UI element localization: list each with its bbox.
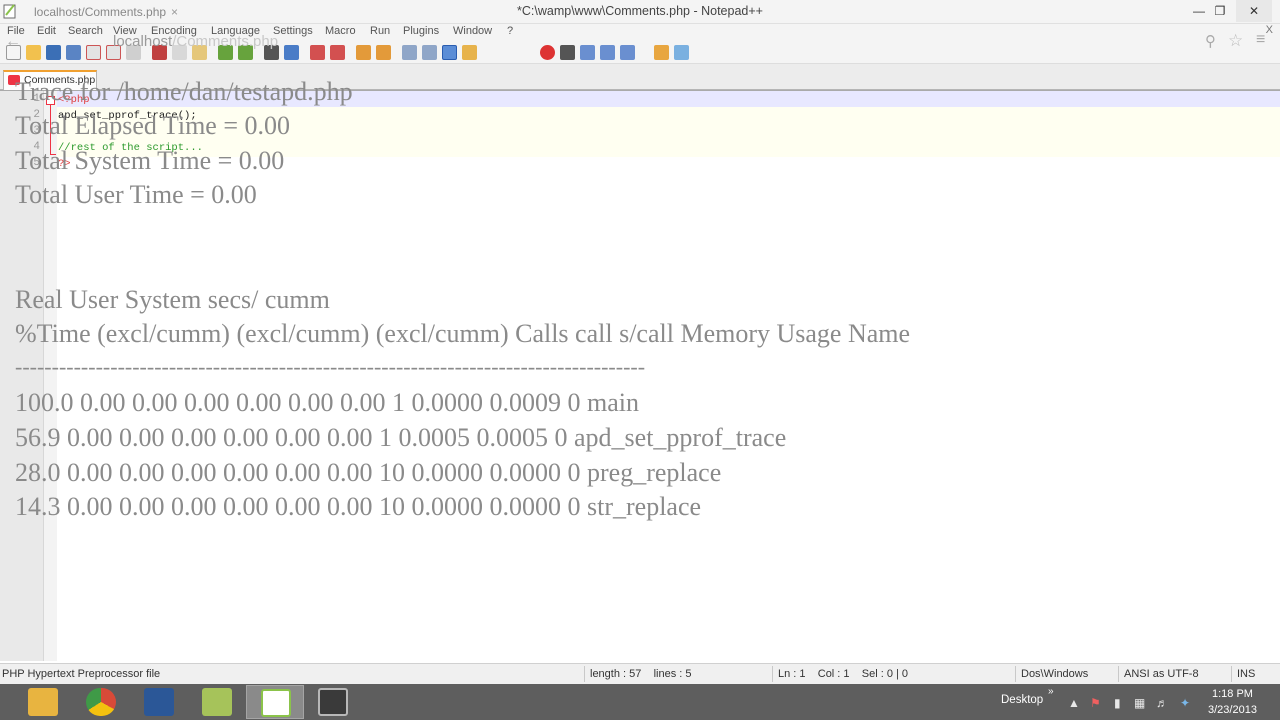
save-all-icon[interactable] <box>66 45 81 60</box>
replace-icon[interactable] <box>284 45 299 60</box>
restore-button[interactable]: ❐ <box>1207 0 1233 22</box>
search-icon[interactable]: ⚲ <box>1205 32 1216 50</box>
trace-user: Total User Time = 0.00 <box>15 180 257 209</box>
battery-icon[interactable]: ▮ <box>1114 696 1121 710</box>
back-arrow-icon[interactable]: ← <box>5 33 21 51</box>
record-macro-icon[interactable] <box>540 45 555 60</box>
menu-plugins[interactable]: Plugins <box>403 25 439 37</box>
ghost-url-path: /Comments.php <box>172 33 279 50</box>
status-separator <box>1118 666 1119 682</box>
plugin-icon[interactable] <box>654 45 669 60</box>
taskbar-camtasia[interactable] <box>304 685 362 719</box>
editor-area[interactable]: 1 2 3 4 5 <?php apd_set_pprof_trace(); /… <box>0 77 1280 661</box>
play-macro-icon[interactable] <box>580 45 595 60</box>
trace-title: Trace for /home/dan/testapd.php <box>15 77 353 106</box>
menu-run[interactable]: Run <box>370 25 390 37</box>
save-icon[interactable] <box>46 45 61 60</box>
trace-row: 100.0 0.00 0.00 0.00 0.00 0.00 0.00 1 0.… <box>15 388 639 417</box>
taskbar-notepadpp[interactable] <box>246 685 304 719</box>
menu-window[interactable]: Window <box>453 25 492 37</box>
status-file-type: PHP Hypertext Preprocessor file <box>2 668 161 680</box>
show-all-characters-icon[interactable] <box>422 45 437 60</box>
clock-time[interactable]: 1:18 PM <box>1212 688 1253 700</box>
screen: localhost/Comments.php × *C:\wamp\www\Co… <box>0 0 1280 720</box>
network-icon[interactable]: ▦ <box>1134 696 1145 710</box>
status-separator <box>1015 666 1016 682</box>
trace-header: %Time (excl/cumm) (excl/cumm) (excl/cumm… <box>15 319 911 348</box>
status-separator <box>772 666 773 682</box>
taskbar-file-explorer[interactable] <box>14 685 72 719</box>
close-button[interactable]: ✕ <box>1236 0 1272 22</box>
star-icon[interactable]: ☆ <box>1228 31 1243 51</box>
trace-header: Real User System secs/ cumm <box>15 285 330 314</box>
zoom-in-icon[interactable] <box>310 45 325 60</box>
open-file-icon[interactable] <box>26 45 41 60</box>
show-hidden-icons-icon[interactable]: ▲ <box>1068 696 1080 710</box>
volume-icon[interactable]: ♬ <box>1156 696 1168 710</box>
close-document-icon[interactable]: X <box>1266 24 1273 36</box>
word-wrap-icon[interactable] <box>402 45 417 60</box>
menu-settings[interactable]: Settings <box>273 25 313 37</box>
status-bar: PHP Hypertext Preprocessor file length :… <box>0 663 1280 684</box>
ghost-url-host: localhost <box>113 33 173 50</box>
sync-vertical-icon[interactable] <box>356 45 371 60</box>
menu-icon[interactable]: ≡ <box>1256 31 1265 49</box>
status-position: Ln : 1 Col : 1 Sel : 0 | 0 <box>778 668 909 680</box>
window-title: *C:\wamp\www\Comments.php - Notepad++ <box>517 4 763 18</box>
menu-search[interactable]: Search <box>68 25 103 37</box>
desktop-toolbar-label[interactable]: Desktop <box>1001 694 1043 706</box>
trace-elapsed: Total Elapsed Time = 0.00 <box>15 111 291 140</box>
zoom-out-icon[interactable] <box>330 45 345 60</box>
spell-check-icon[interactable] <box>674 45 689 60</box>
taskbar-word[interactable] <box>130 685 188 719</box>
menu-edit[interactable]: Edit <box>37 25 56 37</box>
menu-help[interactable]: ? <box>507 25 513 37</box>
trace-row: 28.0 0.00 0.00 0.00 0.00 0.00 0.00 10 0.… <box>15 458 722 487</box>
close-file-icon[interactable] <box>86 45 101 60</box>
word-icon <box>144 688 174 716</box>
save-macro-icon[interactable] <box>620 45 635 60</box>
folder-icon <box>28 688 58 716</box>
action-center-icon[interactable]: ⚑ <box>1090 696 1101 710</box>
status-insert-mode[interactable]: INS <box>1237 668 1255 680</box>
clock-date[interactable]: 3/23/2013 <box>1208 704 1257 716</box>
run-macro-multiple-icon[interactable] <box>600 45 615 60</box>
notepadpp-icon <box>261 689 291 717</box>
chrome-icon <box>86 688 116 716</box>
taskbar: Desktop » ▲ ⚑ ▮ ▦ ♬ ✦ 1:18 PM 3/23/2013 <box>0 684 1280 720</box>
taskbar-sticky-notes[interactable] <box>188 685 246 719</box>
taskbar-chrome[interactable] <box>72 685 130 719</box>
menu-macro[interactable]: Macro <box>325 25 356 37</box>
trace-divider: ----------------------------------------… <box>15 354 646 379</box>
stop-macro-icon[interactable] <box>560 45 575 60</box>
title-bar: localhost/Comments.php × *C:\wamp\www\Co… <box>0 0 1280 24</box>
status-separator <box>1231 666 1232 682</box>
trace-row: 56.9 0.00 0.00 0.00 0.00 0.00 0.00 1 0.0… <box>15 423 787 452</box>
chevron-icon[interactable]: » <box>1048 686 1054 697</box>
sync-horizontal-icon[interactable] <box>376 45 391 60</box>
camtasia-recorder-icon <box>318 688 348 716</box>
indent-guide-icon[interactable] <box>442 45 457 60</box>
ghost-address-bar[interactable]: localhost/Comments.php <box>113 33 278 50</box>
trace-row: 14.3 0.00 0.00 0.00 0.00 0.00 0.00 10 0.… <box>15 492 702 521</box>
trace-system: Total System Time = 0.00 <box>15 146 285 175</box>
status-separator <box>584 666 585 682</box>
status-length: length : 57 lines : 5 <box>590 668 692 680</box>
fold-all-icon[interactable] <box>462 45 477 60</box>
status-encoding[interactable]: ANSI as UTF-8 <box>1124 668 1199 680</box>
dropbox-icon[interactable]: ✦ <box>1180 696 1190 710</box>
sticky-notes-icon <box>202 688 232 716</box>
status-eol[interactable]: Dos\Windows <box>1021 668 1088 680</box>
